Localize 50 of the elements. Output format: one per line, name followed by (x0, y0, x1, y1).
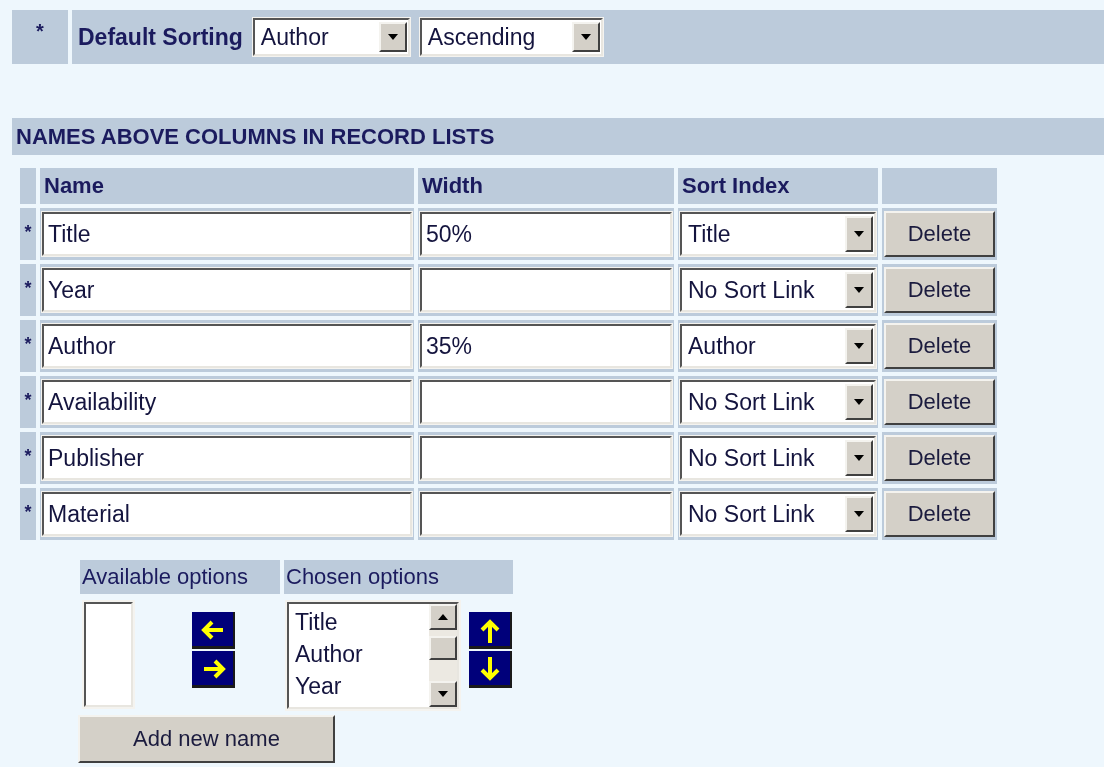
sort-index-select[interactable]: No Sort Link (680, 268, 876, 312)
delete-button[interactable]: Delete (884, 435, 995, 481)
scroll-down-icon[interactable] (429, 681, 457, 707)
name-field[interactable]: Publisher (42, 436, 412, 480)
width-field[interactable] (420, 492, 672, 536)
chosen-options-list[interactable]: Title Author Year (287, 602, 459, 709)
width-field[interactable] (420, 380, 672, 424)
chosen-options-header: Chosen options (284, 560, 513, 594)
sort-index-select[interactable]: No Sort Link (680, 436, 876, 480)
required-marker: * (24, 278, 32, 299)
scroll-up-icon[interactable] (429, 604, 457, 630)
column-header: Width (418, 168, 674, 204)
column-header: Sort Index (678, 168, 878, 204)
delete-button[interactable]: Delete (884, 379, 995, 425)
required-marker: * (24, 222, 32, 243)
scrollbar-thumb[interactable] (429, 636, 457, 660)
sort-index-select[interactable]: Title (680, 212, 876, 256)
name-field[interactable]: Title (42, 212, 412, 256)
name-field[interactable]: Availability (42, 380, 412, 424)
required-marker: * (36, 20, 44, 44)
sort-field-select[interactable]: Author (252, 18, 410, 56)
option-item[interactable]: Year (295, 670, 429, 702)
sort-order-select[interactable]: Ascending (419, 18, 603, 56)
name-field[interactable]: Material (42, 492, 412, 536)
width-field[interactable] (420, 436, 672, 480)
delete-button[interactable]: Delete (884, 267, 995, 313)
sort-index-select[interactable]: No Sort Link (680, 380, 876, 424)
add-new-name-button[interactable]: Add new name (78, 715, 335, 763)
section-header: NAMES ABOVE COLUMNS IN RECORD LISTS (12, 118, 1104, 155)
column-header: Name (40, 168, 414, 204)
width-field[interactable]: 35% (420, 324, 672, 368)
name-field[interactable]: Author (42, 324, 412, 368)
required-marker: * (24, 502, 32, 523)
available-options-header: Available options (80, 560, 280, 594)
default-sorting-label: Default Sorting (78, 23, 243, 51)
available-options-list[interactable] (84, 602, 133, 707)
width-field[interactable] (420, 268, 672, 312)
delete-button[interactable]: Delete (884, 211, 995, 257)
option-item[interactable]: Title (295, 606, 429, 638)
width-field[interactable]: 50% (420, 212, 672, 256)
name-field[interactable]: Year (42, 268, 412, 312)
empty-header-cell (20, 168, 36, 204)
required-marker: * (24, 446, 32, 467)
required-marker: * (24, 334, 32, 355)
option-item[interactable]: Author (295, 638, 429, 670)
sort-index-select[interactable]: No Sort Link (680, 492, 876, 536)
delete-button[interactable]: Delete (884, 491, 995, 537)
delete-button[interactable]: Delete (884, 323, 995, 369)
sort-index-select[interactable]: Author (680, 324, 876, 368)
required-marker: * (24, 390, 32, 411)
